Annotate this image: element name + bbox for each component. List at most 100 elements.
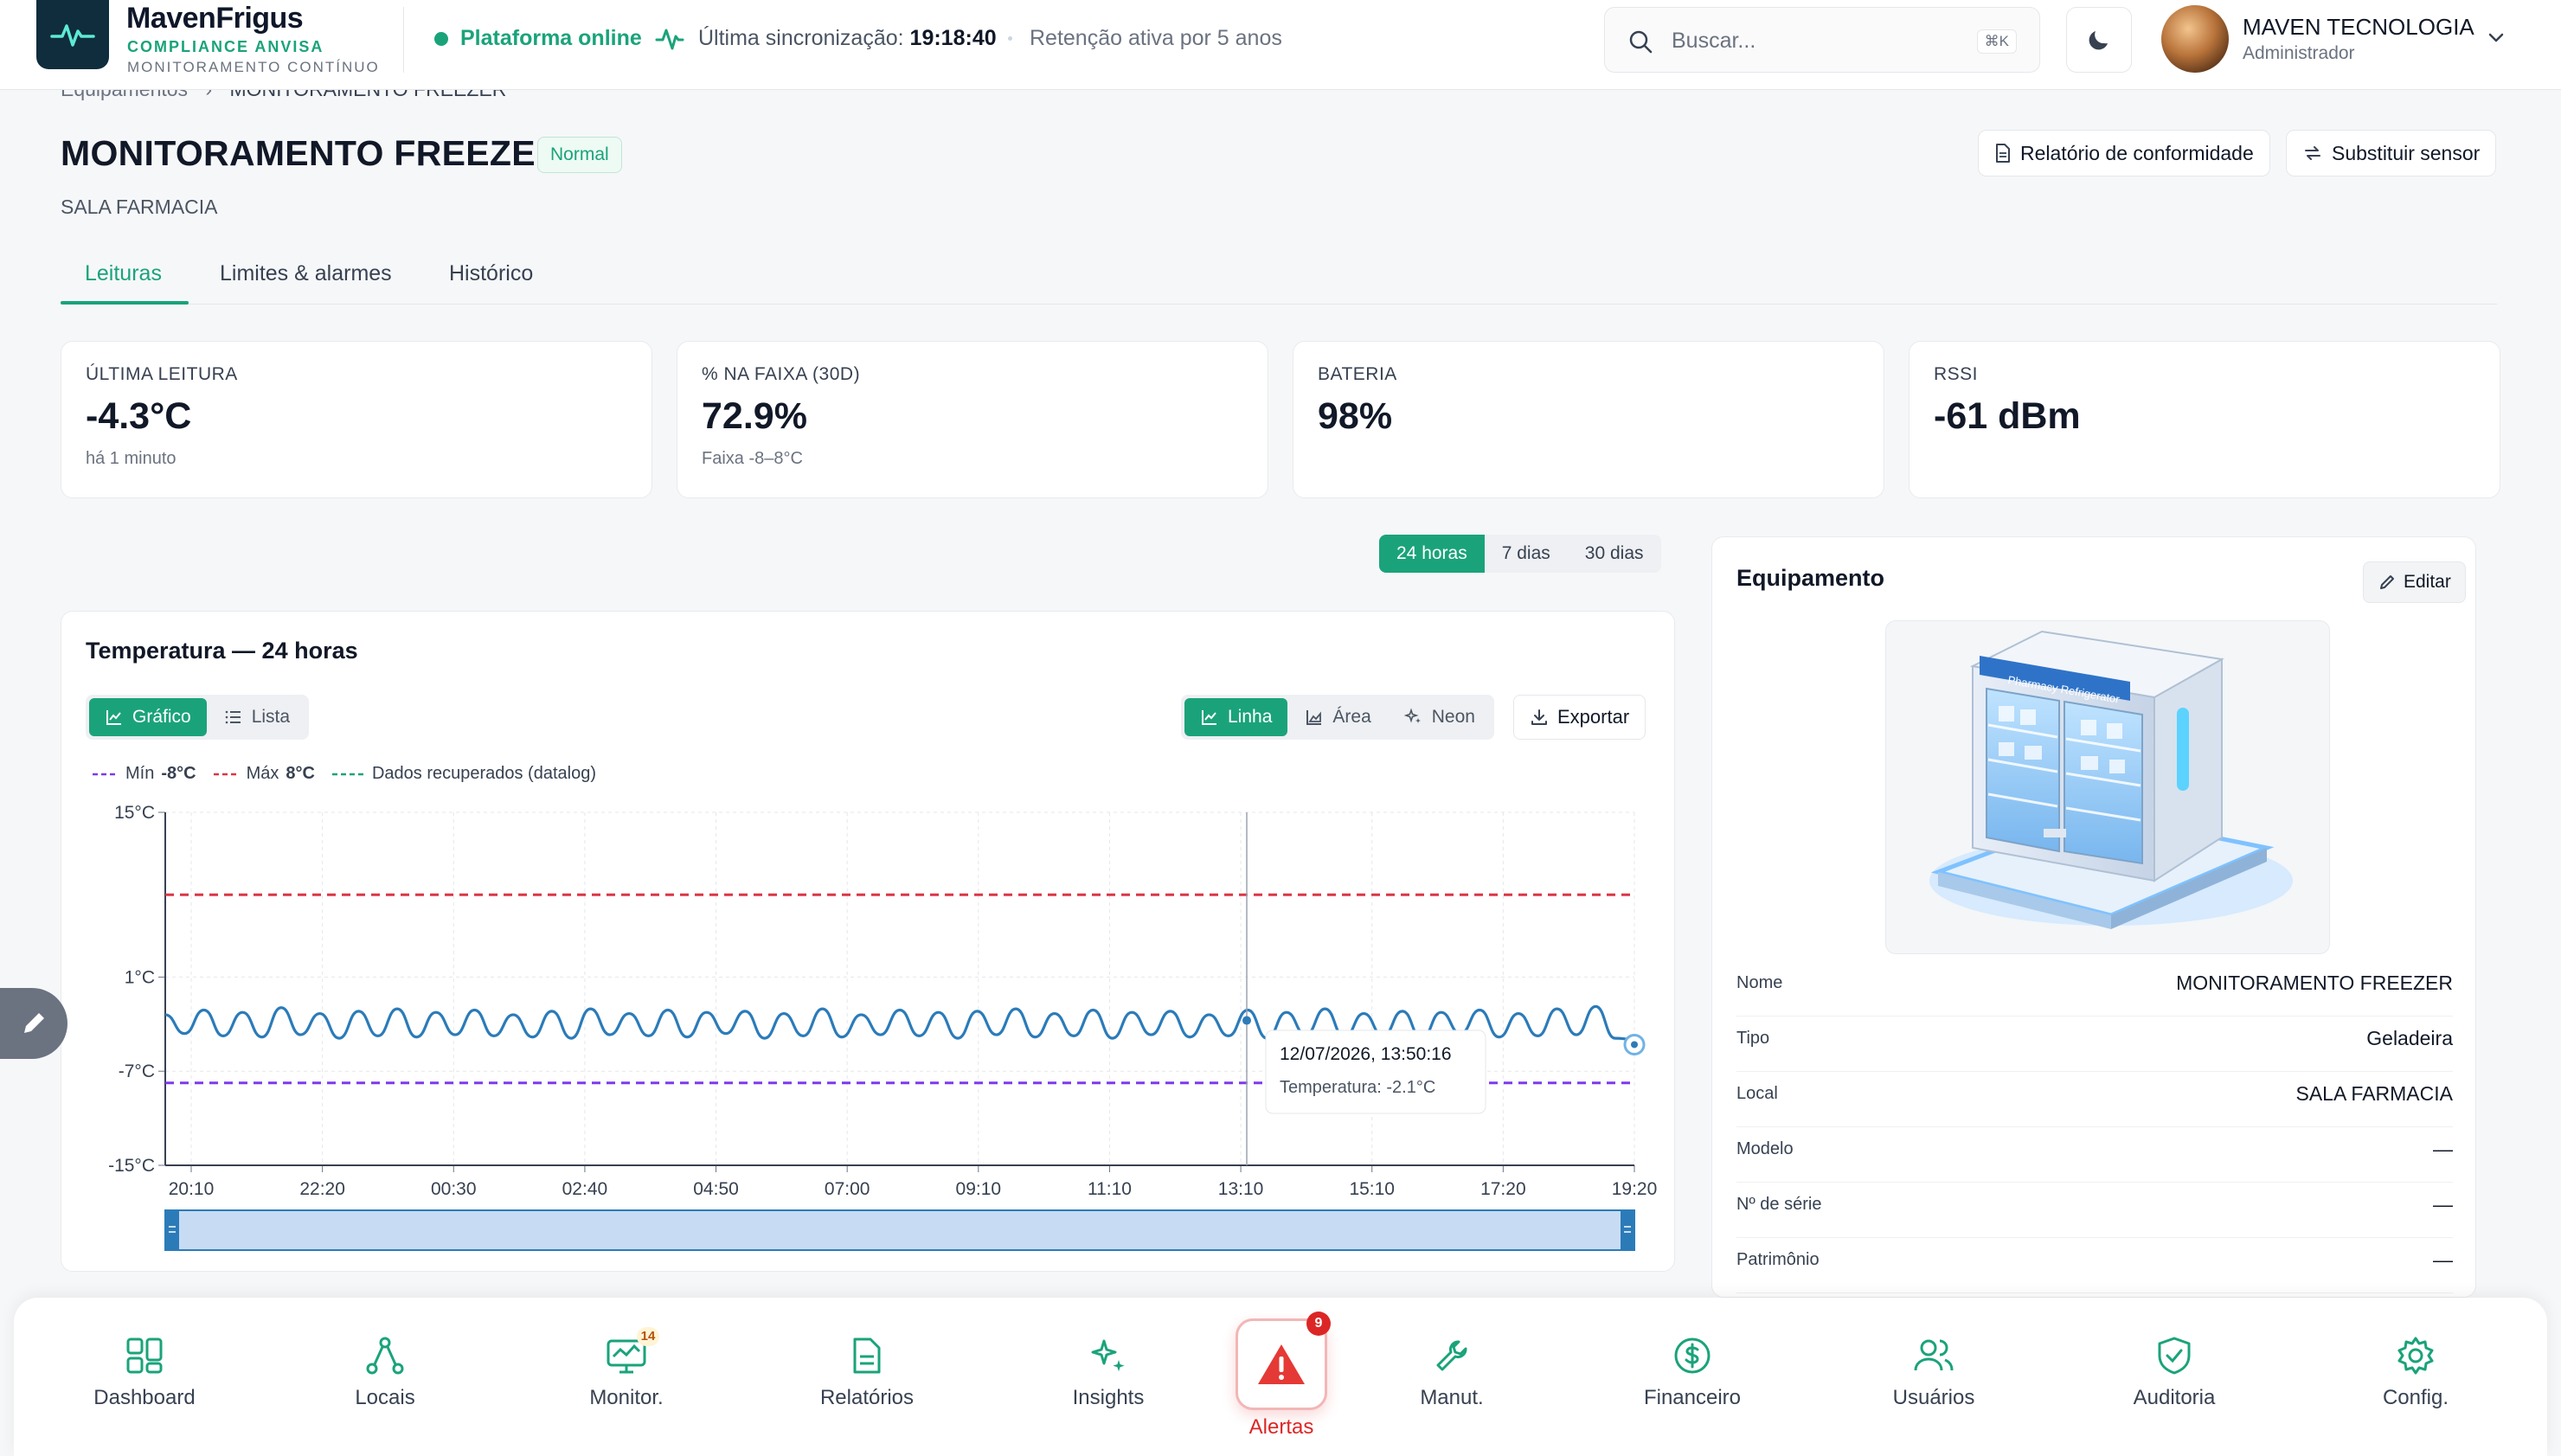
platform-status: Plataforma online (460, 26, 642, 50)
separator-dot (1008, 36, 1012, 41)
nav-label: Locais (355, 1386, 415, 1409)
last-reading-dot (1631, 1041, 1638, 1049)
nav-financeiro[interactable]: Financeiro (1606, 1332, 1779, 1410)
nav-relatorios[interactable]: Relatórios (780, 1332, 953, 1410)
alerts-label: Alertas (1248, 1415, 1314, 1439)
moon-icon (2089, 31, 2108, 50)
nav-label: Dashboard (93, 1386, 196, 1409)
row-key: Nº de série (1736, 1195, 1822, 1214)
temperature-chart[interactable]: 20:10 22:20 00:30 02:40 04:50 07:00 09:10 11:10… (61, 612, 1676, 1273)
row-key: Patrimônio (1736, 1250, 1820, 1269)
row-value: — (2433, 1193, 2453, 1215)
y-tick-label: -7°C (119, 1062, 155, 1081)
swap-icon (2305, 146, 2320, 160)
compliance-report-label: Relatório de conformidade (2020, 141, 2254, 164)
nav-dashboard[interactable]: Dashboard (58, 1332, 231, 1410)
range-7d[interactable]: 7 dias (1485, 535, 1568, 573)
last-sync-time: 19:18:40 (909, 26, 997, 50)
tab-limites-alarmes[interactable]: Limites & alarmes (220, 261, 392, 286)
row-key: Modelo (1736, 1139, 1794, 1158)
nav-locais[interactable]: Locais (298, 1332, 472, 1410)
nav-config[interactable]: Config. (2329, 1332, 2502, 1410)
online-status-dot (434, 32, 448, 46)
kpi-foot: Faixa -8–8°C (702, 449, 803, 468)
nav-label: Usuários (1892, 1386, 1975, 1409)
nav-label: Manut. (1420, 1386, 1484, 1409)
equipment-row-location: Local SALA FARMACIA (1736, 1072, 2453, 1127)
user-name[interactable]: MAVEN TECNOLOGIA (2243, 14, 2474, 41)
kpi-in-range: % NA FAIXA (30D) 72.9% Faixa -8–8°C (677, 341, 1268, 498)
equipment-panel: Equipamento Editar Pharmacy Refrigerator… (1711, 536, 2476, 1298)
sparkles-icon (1091, 1339, 1125, 1372)
equipment-image: Pharmacy Refrigerator (1885, 620, 2330, 954)
tab-historico[interactable]: Histórico (449, 261, 533, 286)
brand-name: MavenFrigus (126, 2, 304, 35)
top-header: MavenFrigus COMPLIANCE ANVISA MONITORAME… (0, 0, 2561, 90)
edit-equipment-button[interactable]: Editar (2363, 561, 2466, 603)
nav-monitor[interactable]: 14 Monitor. (540, 1327, 713, 1410)
temperature-chart-card: Temperatura — 24 horas Gráfico Lista Lin… (61, 611, 1675, 1272)
search-icon (1629, 30, 1653, 54)
brand-tagline: COMPLIANCE ANVISA (127, 38, 324, 55)
search-box[interactable]: Buscar... ⌘K (1604, 7, 2040, 73)
tooltip-value: Temperatura: -2.1°C (1280, 1078, 1435, 1097)
dashboard-icon (126, 1337, 163, 1374)
row-key: Nome (1736, 973, 1783, 992)
activity-icon (655, 29, 684, 50)
wrench-icon (1436, 1340, 1467, 1371)
compliance-report-button[interactable]: Relatório de conformidade (1978, 130, 2270, 176)
x-tick-label: 00:30 (431, 1179, 477, 1199)
kpi-value: 98% (1318, 395, 1393, 437)
nav-label: Relatórios (819, 1386, 915, 1409)
replace-sensor-label: Substituir sensor (2332, 141, 2481, 164)
kpi-label: RSSI (1934, 364, 1979, 384)
gear-icon (2397, 1337, 2434, 1375)
pulse-logo-icon (50, 24, 95, 47)
y-tick-label: 15°C (114, 803, 155, 823)
x-tick-label: 20:10 (169, 1179, 215, 1199)
kpi-value: 72.9% (702, 395, 807, 437)
kpi-value: -61 dBm (1934, 395, 2081, 437)
nav-manutencao[interactable]: Manut. (1365, 1332, 1538, 1410)
monitor-badge: 14 (637, 1327, 659, 1346)
chevron-down-icon[interactable] (2487, 28, 2506, 47)
x-tick-label: 13:10 (1218, 1179, 1264, 1199)
active-tab-indicator (61, 301, 189, 305)
edit-label: Editar (2404, 572, 2451, 592)
app-logo[interactable] (36, 0, 109, 69)
nav-usuarios[interactable]: Usuários (1847, 1332, 2020, 1410)
range-30d[interactable]: 30 dias (1568, 535, 1661, 573)
replace-sensor-button[interactable]: Substituir sensor (2286, 130, 2497, 176)
header-divider (403, 7, 404, 73)
x-tick-label: 02:40 (562, 1179, 608, 1199)
nav-insights[interactable]: Insights (1022, 1332, 1195, 1410)
status-badge: Normal (537, 137, 622, 173)
nav-label: Monitor. (589, 1386, 664, 1409)
refrigerator-illustration: Pharmacy Refrigerator (1929, 630, 2293, 929)
equipment-title: Equipamento (1736, 565, 1885, 591)
range-brush (164, 1209, 1635, 1251)
equipment-row-serial: Nº de série — (1736, 1183, 2453, 1238)
shield-icon (2158, 1337, 2191, 1375)
x-tick-label: 22:20 (299, 1179, 345, 1199)
floating-edit-button[interactable] (0, 988, 67, 1059)
nav-auditoria[interactable]: Auditoria (2088, 1332, 2261, 1410)
row-value: SALA FARMACIA (2295, 1082, 2453, 1105)
tab-leituras[interactable]: Leituras (85, 261, 162, 286)
search-input[interactable]: Buscar... (1672, 29, 1755, 54)
row-value: — (2433, 1248, 2453, 1271)
user-role: Administrador (2243, 43, 2355, 63)
nav-label: Insights (1072, 1386, 1145, 1409)
theme-toggle-button[interactable] (2066, 7, 2132, 73)
kpi-rssi: RSSI -61 dBm (1909, 341, 2500, 498)
bottom-navigation: Dashboard Locais 14 Monitor. Relatórios (14, 1298, 2547, 1456)
kpi-label: BATERIA (1318, 364, 1397, 384)
range-24h[interactable]: 24 horas (1379, 535, 1485, 573)
avatar[interactable] (2161, 5, 2229, 73)
users-icon (1914, 1339, 1954, 1371)
kpi-label: ÚLTIMA LEITURA (86, 364, 238, 384)
brand-subtagline: MONITORAMENTO CONTÍNUO (127, 59, 380, 75)
equipment-row-model: Modelo — (1736, 1127, 2453, 1183)
nav-label: Financeiro (1643, 1386, 1742, 1409)
kpi-battery: BATERIA 98% (1293, 341, 1884, 498)
